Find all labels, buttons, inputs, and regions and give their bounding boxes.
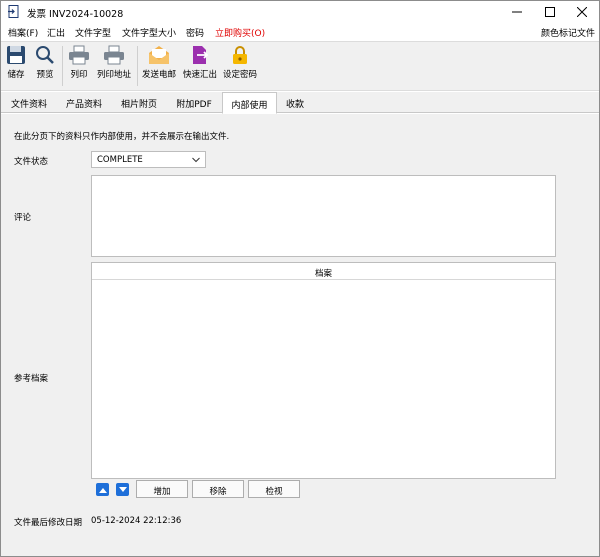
status-label: 文件状态: [14, 157, 49, 167]
last-modified-value: 05-12-2024 22:12:36: [91, 516, 182, 526]
status-value: COMPLETE: [97, 155, 143, 165]
menu-file[interactable]: 档案(F): [8, 26, 38, 39]
send-email-label: 发送电邮: [141, 70, 176, 80]
set-password-button[interactable]: 设定密码: [222, 45, 258, 89]
tab-bar: 文件资料 产品资料 相片附页 附加PDF 内部使用 收款: [1, 92, 599, 114]
menu-export[interactable]: 汇出: [47, 26, 65, 39]
quick-export-icon: [193, 46, 209, 64]
set-password-label: 设定密码: [222, 70, 257, 80]
menu-buy-now[interactable]: 立即购买(O): [215, 26, 265, 39]
reference-files-table[interactable]: 档案: [91, 262, 556, 479]
menu-color-tag[interactable]: 颜色标记文件: [541, 26, 595, 39]
move-down-button[interactable]: [116, 483, 129, 496]
app-icon: [8, 5, 20, 18]
menu-font[interactable]: 文件字型: [75, 26, 111, 39]
toolbar: 储存 预览 列印 列印地址 发送电邮 快速汇出 设定密码: [1, 41, 599, 91]
view-file-button[interactable]: 检视: [248, 480, 300, 498]
toolbar-separator: [62, 46, 63, 86]
save-button[interactable]: 储存: [4, 45, 28, 89]
quick-export-label: 快速汇出: [182, 70, 217, 80]
tab-document-info[interactable]: 文件资料: [3, 92, 55, 113]
toolbar-separator: [137, 46, 138, 86]
close-icon: [577, 7, 587, 17]
envelope-icon: [149, 46, 169, 64]
preview-label: 预览: [36, 70, 54, 80]
save-icon: [7, 46, 25, 64]
remove-file-button[interactable]: 移除: [192, 480, 244, 498]
send-email-button[interactable]: 发送电邮: [141, 45, 177, 89]
files-column-header[interactable]: 档案: [92, 263, 555, 280]
close-button[interactable]: [560, 1, 600, 23]
print-button[interactable]: 列印: [67, 45, 91, 89]
move-up-button[interactable]: [96, 483, 109, 496]
menu-font-size[interactable]: 文件字型大小: [122, 26, 176, 39]
app-window: 发票 INV2024-10028 档案(F) 汇出 文件字型 文件字型大小 密码…: [0, 0, 600, 557]
tab-photo-attachment[interactable]: 相片附页: [113, 92, 165, 113]
comment-label: 评论: [14, 213, 32, 223]
print-address-label: 列印地址: [96, 70, 131, 80]
magnifier-icon: [36, 46, 54, 64]
arrow-down-icon: [118, 486, 127, 492]
internal-note: 在此分页下的资料只作内部使用，并不会展示在输出文件.: [14, 132, 230, 142]
printer-address-icon: [104, 45, 124, 65]
print-address-button[interactable]: 列印地址: [96, 45, 132, 89]
chevron-down-icon: [192, 157, 200, 163]
window-edge: [594, 114, 599, 556]
last-modified-label: 文件最后修改日期: [14, 518, 83, 528]
menu-password[interactable]: 密码: [186, 26, 204, 39]
comment-textarea[interactable]: [91, 175, 556, 257]
preview-button[interactable]: 预览: [33, 45, 57, 89]
tab-payments[interactable]: 收款: [278, 92, 312, 113]
lock-icon: [233, 46, 247, 64]
tab-internal-use[interactable]: 内部使用: [222, 92, 277, 114]
status-select[interactable]: COMPLETE: [91, 151, 206, 168]
reference-files-label: 参考档案: [14, 374, 49, 384]
tab-product-info[interactable]: 产品资料: [57, 92, 111, 113]
quick-export-button[interactable]: 快速汇出: [182, 45, 218, 89]
tab-attach-pdf[interactable]: 附加PDF: [167, 92, 221, 113]
internal-use-panel: 在此分页下的资料只作内部使用，并不会展示在输出文件. 文件状态 COMPLETE…: [1, 114, 599, 556]
window-title: 发票 INV2024-10028: [27, 9, 124, 20]
printer-icon: [69, 45, 89, 65]
minimize-icon: [512, 11, 522, 13]
title-bar: 发票 INV2024-10028: [1, 1, 599, 23]
menu-bar: 档案(F) 汇出 文件字型 文件字型大小 密码 立即购买(O) 颜色标记文件: [1, 23, 599, 41]
add-file-button[interactable]: 增加: [136, 480, 188, 498]
maximize-icon: [545, 7, 555, 17]
print-label: 列印: [70, 70, 88, 80]
arrow-up-icon: [98, 487, 107, 493]
save-label: 储存: [7, 70, 25, 80]
